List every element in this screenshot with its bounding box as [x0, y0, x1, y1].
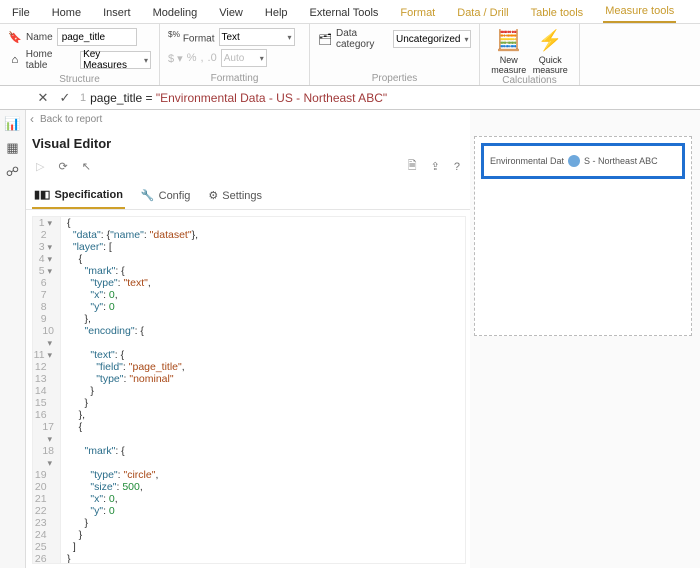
editor-tabs: ▮◧Specification 🔧Config ⚙Settings — [26, 178, 470, 210]
data-category-select[interactable]: Uncategorized — [393, 30, 471, 48]
group-title-structure: Structure — [8, 74, 151, 86]
formula-bar: ✕ ✓ 1 page_title = "Environmental Data -… — [0, 86, 700, 110]
model-view-icon[interactable]: ☍ — [6, 164, 19, 180]
play-icon[interactable]: ▷ — [36, 160, 44, 173]
refresh-icon[interactable]: ⟳ — [58, 160, 67, 173]
share-icon[interactable]: ⇪ — [431, 160, 440, 173]
ribbon-tabs: File Home Insert Modeling View Help Exte… — [0, 0, 700, 24]
code-editor[interactable]: 1 ▾{2 "data": {"name": "dataset"},3 ▾ "l… — [32, 216, 466, 564]
group-properties: 🗂 Data category Uncategorized Properties — [310, 24, 480, 85]
group-title-properties: Properties — [318, 73, 471, 85]
visual-editor-title: Visual Editor — [26, 128, 470, 155]
formula-cancel-button[interactable]: ✕ — [32, 90, 54, 106]
back-to-report-link[interactable]: Back to report — [40, 114, 102, 125]
wrench-icon: 🔧 — [141, 189, 155, 202]
home-table-label: Home table — [26, 49, 76, 71]
group-formatting: $% Format Text $ ▾ % , .0 Auto Formattin… — [160, 24, 310, 85]
category-icon: 🗂 — [318, 32, 332, 46]
formula-content[interactable]: page_title = "Environmental Data - US - … — [90, 91, 387, 105]
tab-format[interactable]: Format — [398, 4, 437, 23]
data-view-icon[interactable]: ▦ — [6, 140, 18, 156]
tab-home[interactable]: Home — [50, 4, 83, 23]
formula-line-number: 1 — [76, 92, 90, 104]
tab-table-tools[interactable]: Table tools — [529, 4, 586, 23]
visual-canvas[interactable]: Environmental Dat S - Northeast ABC — [474, 136, 692, 336]
currency-icon: $ ▾ — [168, 52, 183, 65]
group-structure: 🔖 Name ⌂ Home table Key Measures Structu… — [0, 24, 160, 85]
tag-icon: 🔖 — [8, 30, 22, 44]
export-icon[interactable]: 🗎 — [408, 157, 417, 176]
ribbon-toolbar: 🔖 Name ⌂ Home table Key Measures Structu… — [0, 24, 700, 86]
tab-file[interactable]: File — [10, 4, 32, 23]
circle-mark — [568, 155, 580, 167]
group-title-formatting: Formatting — [168, 73, 301, 85]
back-chevron-icon[interactable]: ‹ — [30, 112, 34, 126]
measure-name-input[interactable] — [57, 28, 137, 46]
tab-insert[interactable]: Insert — [101, 4, 133, 23]
preview-pane: Environmental Dat S - Northeast ABC — [470, 110, 700, 568]
title-visual[interactable]: Environmental Dat S - Northeast ABC — [481, 143, 685, 179]
bar-chart-icon: ▮◧ — [34, 188, 50, 201]
home-table-icon: ⌂ — [8, 53, 22, 67]
group-title-calculations: Calculations — [488, 75, 571, 87]
format-select[interactable]: Text — [219, 28, 295, 46]
decimal-icon: .0 — [208, 52, 217, 64]
data-category-label: Data category — [336, 28, 389, 50]
formula-commit-button[interactable]: ✓ — [54, 90, 76, 106]
tab-view[interactable]: View — [217, 4, 245, 23]
cursor-icon[interactable]: ↖ — [82, 160, 91, 173]
help-icon[interactable]: ? — [454, 161, 460, 173]
auto-decimals[interactable]: Auto — [221, 49, 267, 67]
tab-external-tools[interactable]: External Tools — [308, 4, 381, 23]
report-view-icon[interactable]: 📊 — [4, 116, 20, 132]
title-text-left: Environmental Dat — [490, 156, 564, 166]
quick-measure-icon: ⚡ — [538, 28, 563, 53]
editor-pane: ‹ Back to report Visual Editor ▷ ⟳ ↖ 🗎 ⇪… — [26, 110, 470, 568]
view-rail: 📊 ▦ ☍ — [0, 110, 26, 568]
name-label: Name — [26, 32, 53, 43]
new-measure-button[interactable]: 🧮 New measure — [488, 28, 530, 75]
home-table-select[interactable]: Key Measures — [80, 51, 151, 69]
tab-settings[interactable]: ⚙Settings — [206, 184, 264, 209]
format-label: $% Format — [168, 29, 215, 44]
group-calculations: 🧮 New measure ⚡ Quick measure Calculatio… — [480, 24, 580, 85]
new-measure-icon: 🧮 — [496, 28, 521, 53]
quick-measure-button[interactable]: ⚡ Quick measure — [530, 28, 572, 75]
tab-config[interactable]: 🔧Config — [139, 184, 193, 209]
tab-modeling[interactable]: Modeling — [151, 4, 200, 23]
tab-measure-tools[interactable]: Measure tools — [603, 2, 676, 23]
comma-icon: , — [200, 52, 203, 64]
tab-data-drill[interactable]: Data / Drill — [455, 4, 510, 23]
tab-specification[interactable]: ▮◧Specification — [32, 184, 125, 209]
percent-icon: % — [187, 52, 197, 64]
tab-help[interactable]: Help — [263, 4, 290, 23]
title-text-right: S - Northeast ABC — [584, 156, 658, 166]
gear-icon: ⚙ — [208, 189, 218, 202]
